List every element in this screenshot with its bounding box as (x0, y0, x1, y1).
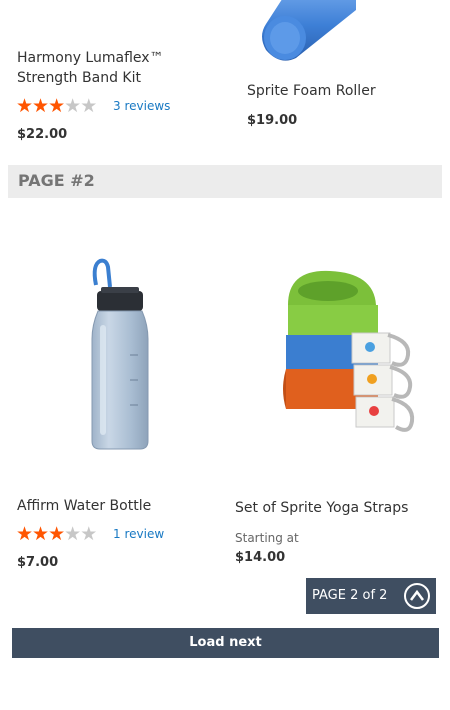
product-name-yoga-straps[interactable]: Set of Sprite Yoga Straps (235, 498, 408, 518)
chevron-up-icon (410, 589, 424, 601)
product-price: $22.00 (17, 127, 68, 142)
water-bottle-graphic (91, 258, 149, 450)
pagination-label: PAGE 2 of 2 (312, 588, 388, 603)
foam-roller-image[interactable] (258, 0, 368, 62)
star-icon: ★ (80, 523, 97, 545)
star-icon: ★ (16, 95, 33, 117)
rating-stars: ★★★★★ (16, 523, 97, 545)
chevron-up-circle-icon[interactable] (404, 583, 430, 609)
star-icon: ★ (64, 523, 81, 545)
page-section-header: PAGE #2 (8, 165, 442, 198)
star-icon: ★ (32, 523, 49, 545)
page-section-label: PAGE #2 (18, 171, 95, 190)
water-bottle-image[interactable] (60, 255, 170, 455)
product-price: $19.00 (247, 113, 298, 128)
price-prefix: Starting at (235, 531, 299, 545)
reviews-link[interactable]: 3 reviews (113, 96, 170, 116)
star-icon: ★ (16, 523, 33, 545)
star-icon: ★ (48, 523, 65, 545)
product-price: $14.00 (235, 550, 286, 565)
star-icon: ★ (32, 95, 49, 117)
yoga-straps-image[interactable] (282, 265, 417, 455)
load-next-button[interactable]: Load next (12, 628, 439, 658)
star-icon: ★ (64, 95, 81, 117)
star-icon: ★ (48, 95, 65, 117)
product-name-strength-band-kit[interactable]: Harmony Lumaflex™ Strength Band Kit (17, 48, 227, 88)
pagination-indicator[interactable]: PAGE 2 of 2 (306, 578, 436, 614)
foam-roller-graphic (262, 0, 356, 61)
star-icon: ★ (80, 95, 97, 117)
reviews-link[interactable]: 1 review (113, 524, 164, 544)
rating-stars: ★★★★★ (16, 95, 97, 117)
yoga-straps-graphic (283, 270, 415, 432)
product-name-water-bottle[interactable]: Affirm Water Bottle (17, 496, 151, 516)
product-name-foam-roller[interactable]: Sprite Foam Roller (247, 81, 376, 101)
product-price: $7.00 (17, 555, 59, 570)
